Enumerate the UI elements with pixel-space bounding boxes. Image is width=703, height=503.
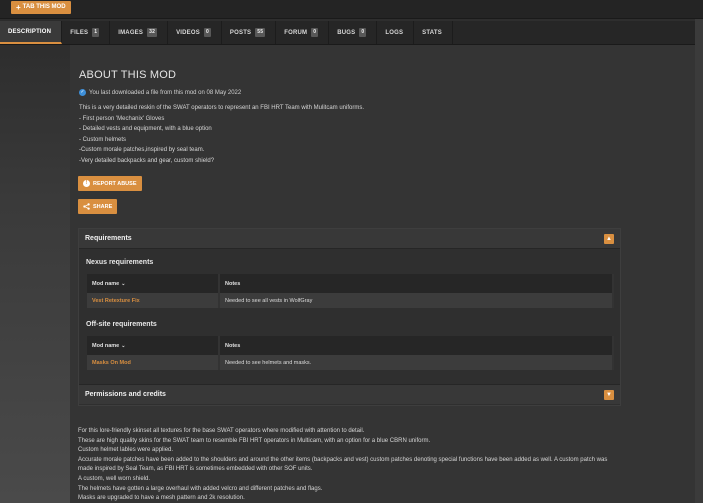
track-mod-button[interactable]: + TAB THIS MOD bbox=[11, 1, 71, 14]
tab-count-badge: 0 bbox=[311, 28, 319, 37]
mod-name-header-label: Mod name bbox=[92, 342, 120, 349]
tab-count-badge: 0 bbox=[359, 28, 367, 37]
tab-label: POSTS bbox=[229, 29, 252, 36]
tab-stats[interactable]: STATS bbox=[414, 21, 453, 44]
tab-count-badge: 32 bbox=[147, 28, 158, 37]
nexus-requirements-title: Nexus requirements bbox=[86, 259, 154, 266]
notes-cell: Needed to see all vests in WolfGray bbox=[219, 293, 614, 308]
notes-header: Notes bbox=[219, 274, 614, 293]
report-abuse-label: REPORT ABUSE bbox=[93, 180, 137, 187]
requirements-header[interactable]: Requirements ▲ bbox=[79, 229, 620, 249]
summary-line: - Detailed vests and equipment, with a b… bbox=[79, 126, 212, 133]
tab-images[interactable]: IMAGES 32 bbox=[110, 21, 169, 44]
share-button[interactable]: SHARE bbox=[78, 199, 118, 214]
tab-videos[interactable]: VIDEOS 0 bbox=[168, 21, 222, 44]
tab-label: STATS bbox=[422, 29, 442, 36]
download-note: ✓ You last downloaded a file from this m… bbox=[79, 89, 241, 96]
background-left bbox=[0, 0, 70, 503]
description-line: These are high quality skins for the SWA… bbox=[78, 437, 431, 444]
check-icon: ✓ bbox=[79, 89, 86, 96]
tab-label: DESCRIPTION bbox=[8, 28, 52, 35]
notes-header: Notes bbox=[219, 336, 614, 355]
offsite-requirements-title: Off-site requirements bbox=[86, 321, 157, 328]
chevron-down-icon: ⌄ bbox=[121, 280, 126, 287]
tab-forum[interactable]: FORUM 0 bbox=[276, 21, 330, 44]
table-row: Vest Retexture Fix Needed to see all ves… bbox=[87, 293, 614, 308]
report-abuse-button[interactable]: ! REPORT ABUSE bbox=[78, 176, 142, 191]
tab-count-badge: 1 bbox=[92, 28, 100, 37]
tab-description[interactable]: DESCRIPTION bbox=[0, 21, 63, 44]
tab-files[interactable]: FILES 1 bbox=[62, 21, 111, 44]
notes-cell: Needed to see helmets and masks. bbox=[219, 355, 614, 370]
about-title: ABOUT THIS MOD bbox=[79, 69, 177, 81]
mod-name-header[interactable]: Mod name ⌄ bbox=[87, 274, 220, 293]
description-line: Masks are upgraded to have a mesh patter… bbox=[78, 495, 245, 502]
tab-bugs[interactable]: BUGS 0 bbox=[329, 21, 378, 44]
description-line: Accurate morale patches have been added … bbox=[78, 456, 608, 473]
alert-icon: ! bbox=[83, 180, 90, 187]
track-mod-label: TAB THIS MOD bbox=[22, 4, 66, 10]
summary-line: - Custom helmets bbox=[79, 136, 127, 143]
tab-count-badge: 55 bbox=[255, 28, 266, 37]
chevron-down-icon: ⌄ bbox=[121, 342, 126, 349]
summary-line: - First person 'Mechanix' Gloves bbox=[79, 115, 165, 122]
chevron-down-icon[interactable]: ▼ bbox=[604, 389, 614, 400]
description-line: A custom, well worn shield. bbox=[78, 475, 151, 482]
description-line: The helmets have gotten a large overhaul… bbox=[78, 485, 323, 492]
tab-count-badge: 0 bbox=[203, 28, 211, 37]
main-content: ABOUT THIS MOD ✓ You last downloaded a f… bbox=[70, 45, 695, 503]
tab-label: LOGS bbox=[385, 29, 404, 36]
background-right bbox=[695, 0, 703, 503]
tab-label: IMAGES bbox=[118, 29, 144, 36]
tab-label: FORUM bbox=[284, 29, 308, 36]
tab-logs[interactable]: LOGS bbox=[377, 21, 415, 44]
mod-summary: This is a very detailed reskin of the SW… bbox=[79, 103, 639, 167]
summary-line: This is a very detailed reskin of the SW… bbox=[79, 105, 364, 111]
share-label: SHARE bbox=[93, 203, 113, 210]
summary-line: -Very detailed backpacks and gear, custo… bbox=[79, 157, 215, 164]
tab-label: BUGS bbox=[337, 29, 356, 36]
long-description: For this lore-friendly skinset all textu… bbox=[78, 427, 623, 503]
offsite-requirements-table: Mod name ⌄ Notes Masks On Mod Needed to s… bbox=[87, 336, 614, 370]
top-bar: + TAB THIS MOD bbox=[0, 0, 703, 19]
download-note-text: You last downloaded a file from this mod… bbox=[89, 89, 242, 96]
summary-line: -Custom morale patches,inspired by seal … bbox=[79, 147, 205, 154]
description-line: For this lore-friendly skinset all textu… bbox=[78, 428, 365, 434]
permissions-header[interactable]: Permissions and credits ▼ bbox=[79, 384, 620, 404]
requirements-panel: Requirements ▲ Nexus requirements Mod na… bbox=[78, 228, 621, 406]
description-line: Custom helmet lables were applied. bbox=[78, 447, 174, 454]
mod-tab-bar: DESCRIPTION FILES 1 IMAGES 32 VIDEOS 0 P… bbox=[0, 21, 695, 45]
mod-link[interactable]: Vest Retexture Fix bbox=[87, 293, 220, 308]
tab-label: VIDEOS bbox=[176, 29, 200, 36]
share-icon bbox=[83, 203, 90, 210]
mod-name-header[interactable]: Mod name ⌄ bbox=[87, 336, 220, 355]
mod-link[interactable]: Masks On Mod bbox=[87, 355, 220, 370]
requirements-title: Requirements bbox=[85, 235, 132, 242]
table-row: Masks On Mod Needed to see helmets and m… bbox=[87, 355, 614, 370]
permissions-title: Permissions and credits bbox=[85, 391, 166, 398]
tab-posts[interactable]: POSTS 55 bbox=[222, 21, 277, 44]
tab-label: FILES bbox=[70, 29, 89, 36]
chevron-up-icon[interactable]: ▲ bbox=[604, 233, 614, 244]
mod-name-header-label: Mod name bbox=[92, 280, 120, 287]
table-header-row: Mod name ⌄ Notes bbox=[87, 274, 614, 293]
plus-icon: + bbox=[16, 2, 21, 12]
nexus-requirements-table: Mod name ⌄ Notes Vest Retexture Fix Neede… bbox=[87, 274, 614, 308]
table-header-row: Mod name ⌄ Notes bbox=[87, 336, 614, 355]
